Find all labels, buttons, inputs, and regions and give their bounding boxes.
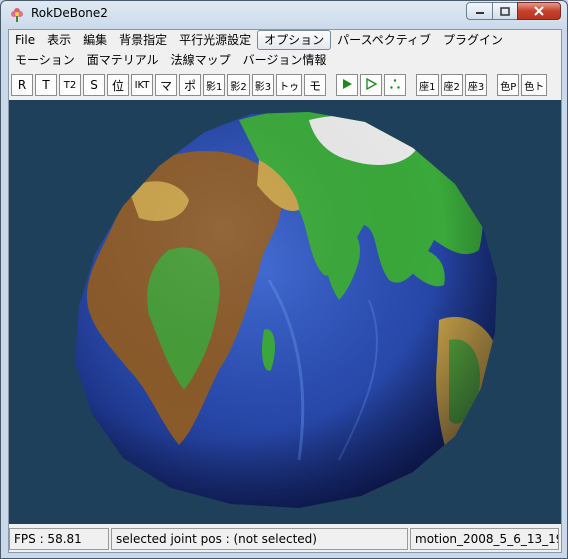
menu-item-row1-6[interactable]: パースペクティブ — [331, 30, 437, 50]
toolbar-button-group1-9[interactable]: 影2 — [227, 74, 250, 96]
toolbar-button-group1-12[interactable]: モ — [304, 74, 327, 96]
toolbar-button-group1-10[interactable]: 影3 — [251, 74, 275, 96]
toolbar-button-play-outline[interactable] — [360, 74, 383, 96]
minimize-icon — [475, 12, 484, 14]
toolbar-button-group1-2[interactable]: T2 — [59, 74, 81, 96]
toolbar-button-group1-3[interactable]: S — [83, 74, 105, 96]
minimize-button[interactable] — [466, 2, 493, 20]
menu-bar: File 表示 編集 背景指定 平行光源設定 オプション パースペクティブ プラグイン モーシ… — [9, 30, 561, 70]
globe-render — [75, 112, 497, 508]
menu-row-1: File 表示 編集 背景指定 平行光源設定 オプション パースペクティブ プラグイン — [9, 30, 509, 50]
menu-item-row2-1[interactable]: 面マテリアル — [81, 50, 165, 70]
status-bar: FPS : 58.81 selected joint pos : (not se… — [9, 525, 561, 552]
menu-item-row2-0[interactable]: モーション — [9, 50, 81, 70]
toolbar-button-dots[interactable] — [384, 74, 407, 96]
joint-pos-readout: selected joint pos : (not selected) — [111, 527, 408, 550]
caption-buttons — [466, 2, 561, 20]
menu-item-row2-2[interactable]: 法線マップ — [165, 50, 237, 70]
toolbar-button-group1-5[interactable]: IKT — [131, 74, 153, 96]
toolbar-button-play-filled[interactable] — [336, 74, 359, 96]
toolbar-button-group1-7[interactable]: ポ — [179, 74, 201, 96]
menu-item-row2-3[interactable]: バージョン情報 — [237, 50, 333, 70]
play-filled-icon — [341, 78, 353, 93]
title-bar[interactable]: RokDeBone2 — [1, 1, 567, 29]
menu-item-row1-1[interactable]: 表示 — [41, 30, 77, 50]
fps-readout: FPS : 58.81 — [9, 527, 109, 550]
toolbar-button-group3-0[interactable]: 座1 — [416, 74, 439, 96]
toolbar-button-group4-1[interactable]: 色ト — [521, 74, 548, 96]
toolbar-button-group1-0[interactable]: R — [11, 74, 33, 96]
close-button[interactable] — [517, 2, 561, 20]
toolbar-button-group1-11[interactable]: トゥ — [276, 74, 303, 96]
toolbar-button-group1-8[interactable]: 影1 — [203, 74, 226, 96]
toolbar: R T T2 S 位 IKT マポ影1 影2 影3 トゥモ 座1 座2 座3 色P 色ト — [9, 72, 561, 98]
menu-item-row1-3[interactable]: 背景指定 — [113, 30, 173, 50]
motion-name-readout: motion_2008_5_6_13_19_ — [410, 527, 559, 550]
dots-icon — [389, 78, 401, 93]
client-area: File 表示 編集 背景指定 平行光源設定 オプション パースペクティブ プラグイン モーシ… — [8, 29, 562, 553]
maximize-icon — [500, 6, 510, 16]
menu-item-row1-2[interactable]: 編集 — [77, 30, 113, 50]
play-outline-icon — [365, 77, 378, 93]
toolbar-button-group4-0[interactable]: 色P — [497, 74, 520, 96]
app-flower-icon — [9, 6, 25, 22]
menu-item-row1-4[interactable]: 平行光源設定 — [173, 30, 257, 50]
menu-row-2: モーション 面マテリアル 法線マップ バージョン情報 — [9, 50, 332, 70]
toolbar-button-group1-4[interactable]: 位 — [107, 74, 129, 96]
toolbar-button-group3-2[interactable]: 座3 — [464, 74, 488, 96]
window-title: RokDeBone2 — [31, 6, 108, 20]
menu-item-row1-0[interactable]: File — [9, 30, 41, 50]
toolbar-button-group1-1[interactable]: T — [35, 74, 57, 96]
toolbar-button-group3-1[interactable]: 座2 — [440, 74, 463, 96]
menu-item-row1-5[interactable]: オプション — [257, 30, 332, 50]
close-icon — [534, 6, 544, 16]
app-window: RokDeBone2 File 表示 編集 背景指定 平行光源設定 オプション パースペクテ… — [0, 0, 568, 559]
toolbar-button-group1-6[interactable]: マ — [155, 74, 177, 96]
menu-item-row1-7[interactable]: プラグイン — [437, 30, 509, 50]
3d-viewport[interactable] — [9, 100, 561, 524]
maximize-button[interactable] — [492, 2, 518, 20]
